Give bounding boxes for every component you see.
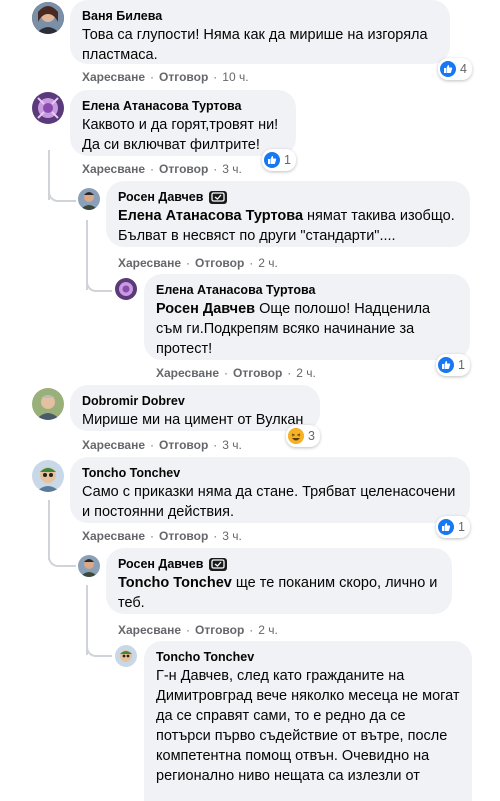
avatar[interactable] — [32, 92, 64, 124]
comment-author[interactable]: Елена Атанасова Туртова — [156, 282, 316, 298]
comment-bubble: Dobromir Dobrev Мирише ми на цимент от В… — [70, 385, 320, 431]
avatar[interactable] — [115, 278, 137, 300]
reply-button[interactable]: Отговор — [159, 528, 208, 544]
comment-bubble: Toncho Tonchev Само с приказки няма да с… — [70, 457, 470, 523]
comment-time[interactable]: 2 ч. — [258, 622, 278, 638]
comment-bubble: Елена Атанасова Туртова Каквото и да гор… — [70, 90, 296, 156]
thread-connector — [86, 270, 112, 292]
comment-author[interactable]: Dobromir Dobrev — [82, 393, 185, 409]
avatar[interactable] — [32, 388, 64, 420]
comment-time[interactable]: 2 ч. — [258, 255, 278, 271]
comment-bubble: Росен Давчев Toncho Tonchev ще те покани… — [106, 548, 452, 614]
reaction-count[interactable]: 3 — [286, 425, 320, 447]
comment-bubble: Елена Атанасова Туртова Росен Давчев Още… — [144, 274, 470, 360]
comment-text: Росен Давчев Още полошо! Надценила съм г… — [156, 301, 431, 357]
avatar[interactable] — [115, 645, 137, 667]
reaction-count[interactable]: 4 — [438, 58, 472, 80]
comment-text: Елена Атанасова Туртова нямат такива изо… — [118, 208, 455, 244]
like-button[interactable]: Харесване — [156, 365, 219, 381]
comment-actions: Харесване · Отговор · 3 ч. — [82, 161, 242, 177]
comment-text: Това са глупости! Няма как да мирише на … — [82, 27, 428, 63]
author-badge-icon — [209, 190, 228, 204]
reply-button[interactable]: Отговор — [195, 622, 244, 638]
comment-author[interactable]: Toncho Tonchev — [82, 465, 180, 481]
like-button[interactable]: Харесване — [82, 161, 145, 177]
comment-author[interactable]: Елена Атанасова Туртова — [82, 98, 242, 114]
avatar[interactable] — [78, 188, 100, 210]
comment-actions: Харесване · Отговор · 3 ч. — [82, 437, 242, 453]
comment-text: Каквото и да горят,тровят ни! Да си вклю… — [82, 117, 279, 153]
reaction-count[interactable]: 1 — [262, 149, 296, 171]
like-button[interactable]: Харесване — [118, 255, 181, 271]
like-button[interactable]: Харесване — [82, 69, 145, 85]
thread-connector — [48, 180, 76, 202]
comment-actions: Харесване · Отговор · 10 ч. — [82, 69, 249, 85]
reply-button[interactable]: Отговор — [195, 255, 244, 271]
reply-button[interactable]: Отговор — [159, 69, 208, 85]
comment-bubble: Росен Давчев Елена Атанасова Туртова ням… — [106, 181, 470, 247]
like-button[interactable]: Харесване — [82, 437, 145, 453]
comment-time[interactable]: 3 ч. — [222, 528, 242, 544]
comment-bubble: Toncho Tonchev Г-н Давчев, след като гра… — [144, 641, 472, 801]
comment-actions: Харесване · Отговор · 2 ч. — [156, 365, 316, 381]
comment-time[interactable]: 3 ч. — [222, 437, 242, 453]
comment-time[interactable]: 10 ч. — [222, 69, 248, 85]
like-icon — [264, 152, 280, 168]
reply-button[interactable]: Отговор — [233, 365, 282, 381]
reply-button[interactable]: Отговор — [159, 437, 208, 453]
avatar[interactable] — [78, 555, 100, 577]
mention-link[interactable]: Елена Атанасова Туртова — [118, 208, 303, 224]
comment-text: Toncho Tonchev ще те поканим скоро, личн… — [118, 575, 438, 611]
comment-time[interactable]: 3 ч. — [222, 161, 242, 177]
thread-connector — [48, 545, 76, 567]
haha-icon — [288, 428, 304, 444]
like-button[interactable]: Харесване — [118, 622, 181, 638]
like-icon — [440, 61, 456, 77]
comment-actions: Харесване · Отговор · 2 ч. — [118, 255, 278, 271]
reaction-count[interactable]: 1 — [436, 354, 470, 376]
mention-link[interactable]: Росен Давчев — [156, 301, 255, 317]
comment-bubble: Ваня Билева Това са глупости! Няма как д… — [70, 0, 450, 64]
author-badge-icon — [209, 557, 228, 571]
mention-link[interactable]: Toncho Tonchev — [118, 575, 232, 591]
reaction-count[interactable]: 1 — [436, 516, 470, 538]
like-icon — [438, 519, 454, 535]
comment-time[interactable]: 2 ч. — [296, 365, 316, 381]
comment-author[interactable]: Toncho Tonchev — [156, 649, 254, 665]
avatar[interactable] — [32, 2, 64, 34]
like-button[interactable]: Харесване — [82, 528, 145, 544]
comment-author[interactable]: Ваня Билева — [82, 8, 162, 24]
like-icon — [438, 357, 454, 373]
thread-connector — [86, 635, 112, 657]
comment-text: Мирише ми на цимент от Вулкан — [82, 412, 304, 428]
reply-button[interactable]: Отговор — [159, 161, 208, 177]
comment-author[interactable]: Росен Давчев — [118, 556, 203, 572]
avatar[interactable] — [32, 460, 64, 492]
comment-text: Г-н Давчев, след като гражданите на Дими… — [156, 668, 460, 784]
comment-author[interactable]: Росен Давчев — [118, 189, 203, 205]
comment-actions: Харесване · Отговор · 3 ч. — [82, 528, 242, 544]
comment-text: Само с приказки няма да стане. Трябват ц… — [82, 484, 456, 520]
comment-actions: Харесване · Отговор · 2 ч. — [118, 622, 278, 638]
